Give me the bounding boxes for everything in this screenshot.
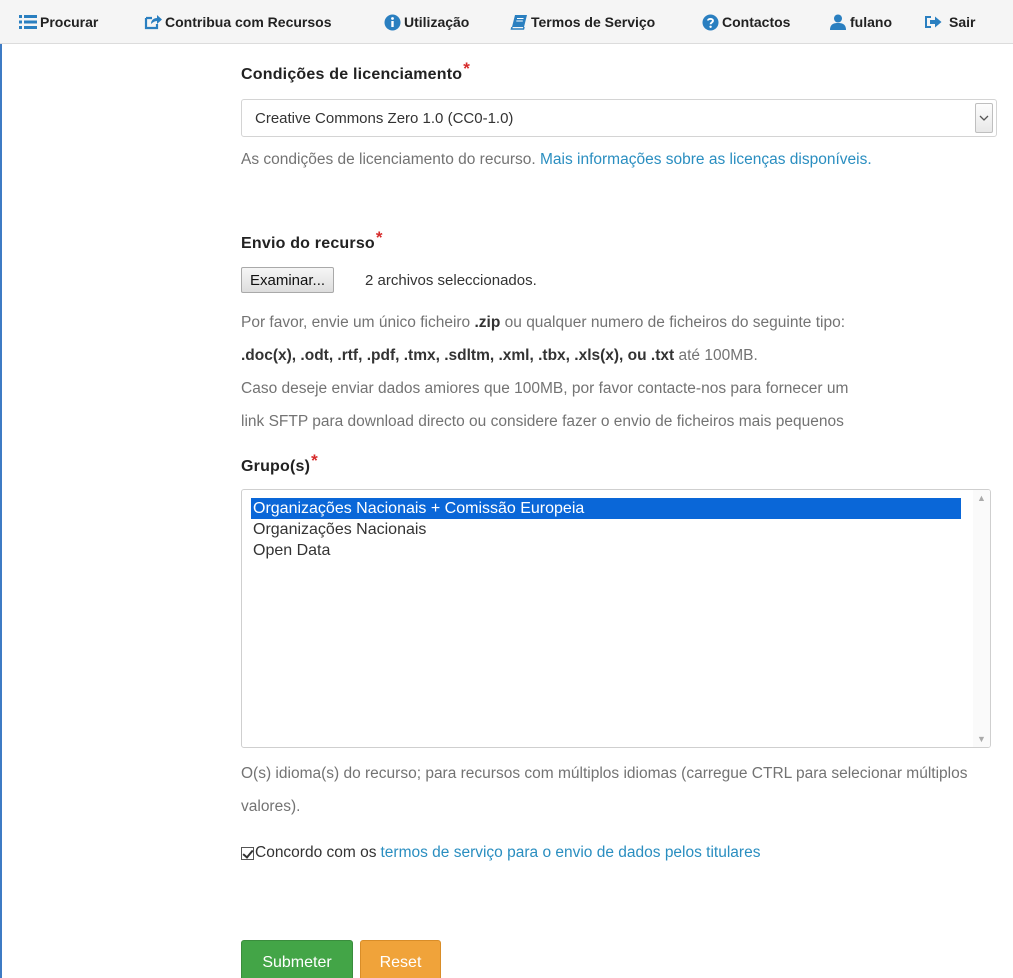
nav-user-label: fulano [850, 14, 892, 30]
nav-search-label: Procurar [40, 14, 99, 30]
user-icon [829, 13, 847, 31]
submit-button[interactable]: Submeter [241, 940, 353, 978]
nav-usage-label: Utilização [404, 14, 470, 30]
group-option[interactable]: Open Data [251, 540, 961, 561]
upload-label-text: Envio do recurso [241, 235, 375, 252]
reset-button[interactable]: Reset [360, 940, 441, 978]
sign-out-icon [925, 13, 943, 31]
nav-search[interactable]: Procurar [19, 0, 98, 44]
agree-text: Concordo com os [255, 844, 377, 861]
browse-button[interactable]: Examinar... [241, 267, 335, 293]
help-text: ou qualquer numero de ficheiros do segui… [504, 314, 846, 331]
required-marker: * [375, 228, 383, 247]
nav-terms-label: Termos de Serviço [531, 14, 656, 30]
license-label: Condições de licenciamento* [241, 59, 470, 84]
upload-label: Envio do recurso* [241, 228, 383, 253]
upload-help-line-1: Por favor, envie um único ficheiro .zip … [241, 306, 1001, 339]
upload-help-line-3: Caso deseje enviar dados amiores que 100… [241, 380, 849, 397]
chevron-up-icon[interactable]: ▲ [977, 493, 986, 503]
nav-user[interactable]: fulano [829, 0, 892, 44]
nav-logout-label: Sair [949, 14, 976, 30]
required-marker: * [311, 451, 318, 470]
list-icon [19, 13, 37, 31]
license-help: As condições de licenciamento do recurso… [241, 143, 1001, 176]
upload-help-line-2: .doc(x), .odt, .rtf, .pdf, .tmx, .sdltm,… [241, 339, 1001, 372]
file-status: 2 archivos seleccionados. [365, 272, 537, 289]
group-option[interactable]: Organizações Nacionais [251, 519, 961, 540]
groups-label-text: Grupo(s) [241, 458, 311, 475]
groups-label: Grupo(s)* [241, 451, 318, 476]
groups-listbox[interactable]: Organizações Nacionais + Comissão Europe… [241, 489, 991, 748]
license-select[interactable]: Creative Commons Zero 1.0 (CC0-1.0) [241, 99, 997, 137]
nav-terms[interactable]: Termos de Serviço [510, 0, 655, 44]
groups-help: O(s) idioma(s) do recurso; para recursos… [241, 765, 968, 815]
info-icon [383, 13, 401, 31]
nav-logout[interactable]: Sair [925, 0, 975, 44]
listbox-scrollbar[interactable]: ▲ ▼ [973, 490, 990, 747]
zip-ext: .zip [474, 314, 501, 331]
upload-help: Por favor, envie um único ficheiro .zip … [241, 306, 1001, 438]
share-icon [144, 13, 162, 31]
license-info-link[interactable]: Mais informações sobre as licenças dispo… [540, 151, 872, 168]
license-selected-value: Creative Commons Zero 1.0 (CC0-1.0) [255, 109, 514, 127]
nav-contribute-label: Contribua com Recursos [165, 14, 332, 30]
size-limit: até 100MB. [678, 347, 758, 364]
allowed-types: .doc(x), .odt, .rtf, .pdf, .tmx, .sdltm,… [241, 347, 675, 364]
nav-contacts-label: Contactos [722, 14, 791, 30]
terms-link[interactable]: termos de serviço para o envio de dados … [380, 844, 760, 862]
upload-help-line-4: link SFTP para download directo ou consi… [241, 413, 844, 430]
nav-usage[interactable]: Utilização [383, 0, 469, 44]
required-marker: * [463, 59, 471, 78]
help-text: Por favor, envie um único ficheiro [241, 314, 471, 331]
group-option[interactable]: Organizações Nacionais + Comissão Europe… [251, 498, 961, 519]
top-navbar: Procurar Contribua com Recursos Utilizaç… [0, 0, 1013, 44]
book-icon [510, 13, 528, 31]
nav-contribute[interactable]: Contribua com Recursos [144, 0, 331, 44]
license-help-text: As condições de licenciamento do recurso… [241, 151, 536, 168]
question-icon [701, 13, 719, 31]
agree-checkbox[interactable] [241, 846, 254, 860]
nav-contacts[interactable]: Contactos [701, 0, 790, 44]
terms-agreement: Concordo com os termos de serviço para o… [241, 844, 760, 862]
chevron-down-icon[interactable]: ▼ [977, 734, 986, 744]
license-label-text: Condições de licenciamento [241, 66, 463, 83]
chevron-down-icon[interactable] [975, 103, 993, 133]
